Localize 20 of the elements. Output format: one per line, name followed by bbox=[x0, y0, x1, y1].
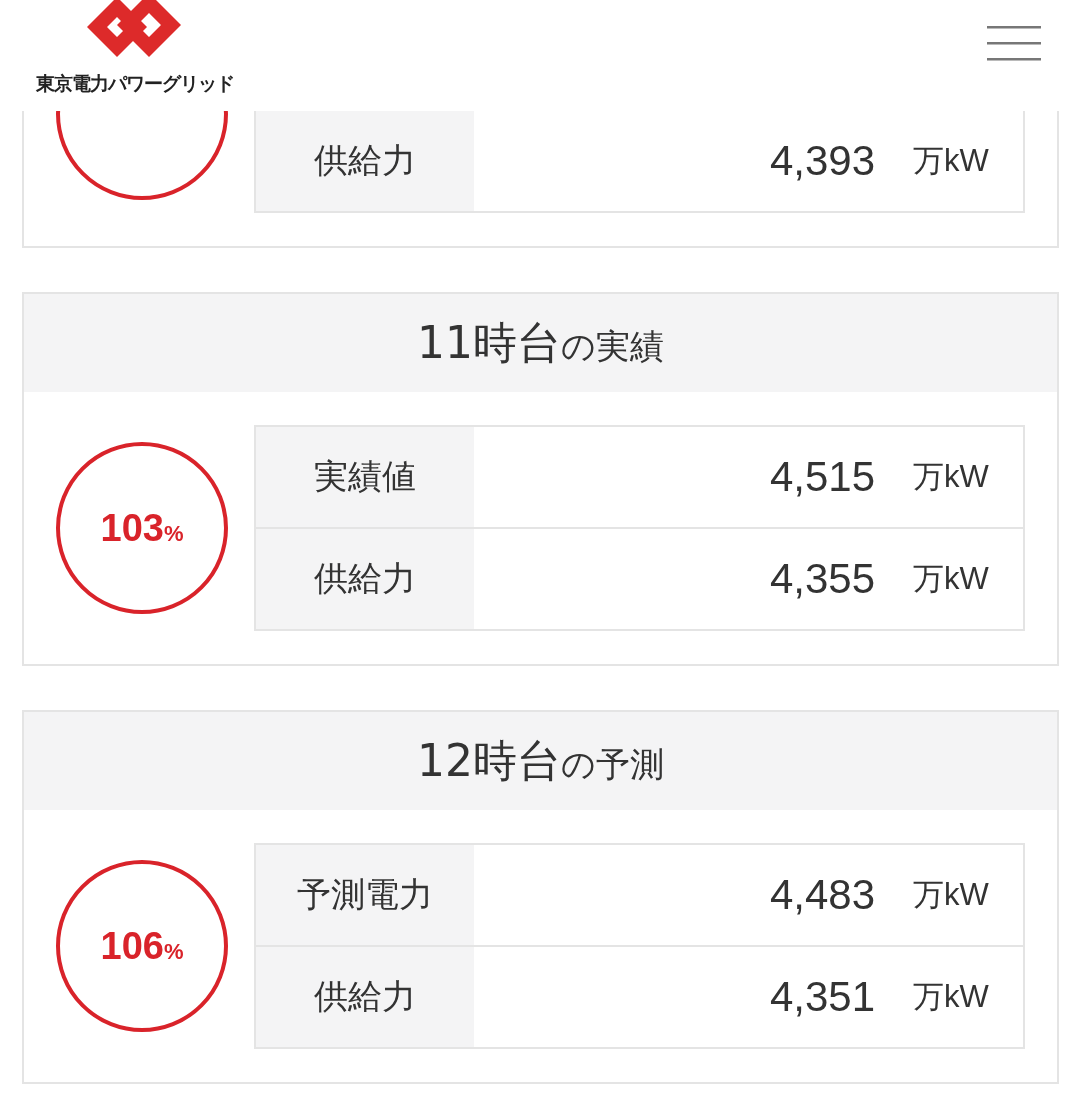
percent-value: 106% bbox=[100, 924, 184, 968]
row-unit: 万kW bbox=[913, 946, 1024, 1048]
percent-value: 103% bbox=[100, 506, 184, 550]
row-label: 供給力 bbox=[255, 946, 474, 1048]
row-unit: 万kW bbox=[913, 844, 1024, 946]
card-title: 11時台の実績 bbox=[417, 315, 664, 370]
row-label: 実績値 bbox=[255, 426, 474, 528]
logo-text: 東京電力パワーグリッド bbox=[36, 71, 234, 96]
card-title: 12時台の予測 bbox=[417, 733, 664, 788]
row-unit: 万kW bbox=[913, 426, 1024, 528]
row-value: 4,515 bbox=[474, 426, 913, 528]
row-value: 4,355 bbox=[474, 528, 913, 630]
row-label: 予測電力 bbox=[255, 844, 474, 946]
row-unit: 万kW bbox=[913, 110, 1024, 212]
row-value: 4,483 bbox=[474, 844, 913, 946]
row-unit: 万kW bbox=[913, 528, 1024, 630]
row-label: 供給力 bbox=[255, 528, 474, 630]
row-label: 供給力 bbox=[255, 110, 474, 212]
row-value: 4,351 bbox=[474, 946, 913, 1048]
row-value: 4,393 bbox=[474, 110, 913, 212]
